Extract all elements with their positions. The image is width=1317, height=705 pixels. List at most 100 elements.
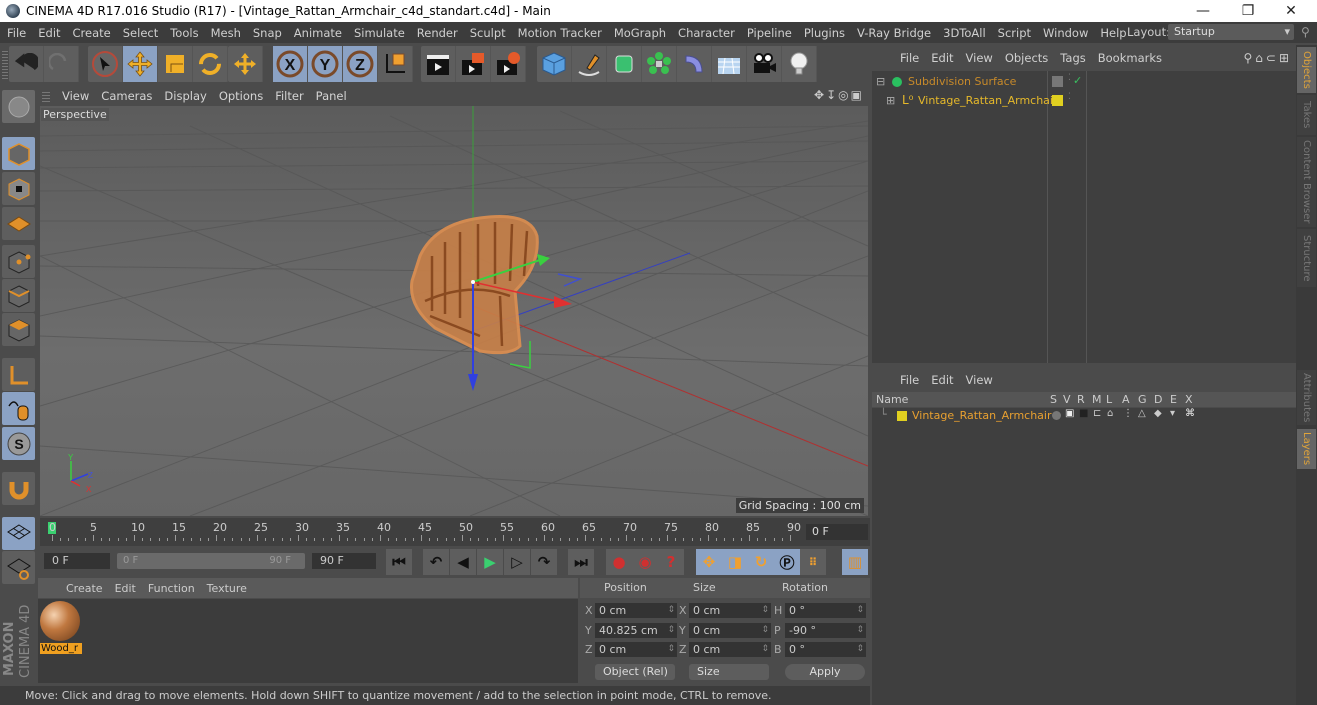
3d-viewport[interactable]: Y Z X Perspective Grid Spacing : 100 cm [40, 106, 868, 516]
viewport-menu-panel[interactable]: Panel [310, 89, 353, 103]
object-name[interactable]: Vintage_Rattan_Armchair [918, 94, 1058, 107]
locked-workplane-icon[interactable] [2, 517, 35, 550]
timeline-window-icon[interactable]: ▥ [842, 549, 868, 575]
object-menu-bookmarks[interactable]: Bookmarks [1092, 51, 1168, 65]
go-to-start-icon[interactable]: ⏮ [386, 549, 412, 575]
layer-deformers-icon[interactable]: ◆ [1154, 408, 1162, 419]
pos-y-field[interactable]: 40.825 cm [595, 623, 677, 638]
polygons-mode-icon[interactable] [2, 313, 35, 346]
deformer-icon[interactable] [677, 46, 712, 82]
viewport-rotate-icon[interactable]: ◎ [838, 88, 850, 102]
object-menu-edit[interactable]: Edit [925, 51, 959, 65]
points-mode-icon[interactable] [2, 245, 35, 278]
material-menu-texture[interactable]: Texture [201, 582, 253, 595]
layer-color-tag[interactable] [1052, 95, 1063, 106]
pos-x-field[interactable]: 0 cm [595, 603, 677, 618]
menu-script[interactable]: Script [991, 26, 1036, 40]
light-icon[interactable] [782, 46, 817, 82]
preview-range-slider[interactable]: 0 F 90 F [117, 553, 305, 569]
coordinate-mode-select[interactable]: Object (Rel) [595, 664, 675, 680]
layer-animation-icon[interactable]: ⋮ [1123, 408, 1133, 419]
minimize-button[interactable]: — [1180, 0, 1226, 22]
menu-sculpt[interactable]: Sculpt [463, 26, 511, 40]
layer-col-a[interactable]: A [1122, 393, 1130, 406]
rot-p-field[interactable]: -90 ° [785, 623, 866, 638]
autokey-icon[interactable]: ◉ [632, 549, 658, 575]
key-position-icon[interactable]: ✥ [696, 549, 722, 575]
key-parameter-icon[interactable]: Ⓟ [774, 549, 800, 575]
undo-icon[interactable] [9, 46, 44, 82]
layer-menu-view[interactable]: View [960, 373, 999, 387]
viewport-menu-display[interactable]: Display [158, 89, 212, 103]
layer-render-icon[interactable]: ■ [1079, 408, 1088, 419]
record-keys-icon[interactable]: ● [606, 549, 632, 575]
cloner-icon[interactable] [642, 46, 677, 82]
viewport-menu-cameras[interactable]: Cameras [95, 89, 158, 103]
go-to-end-icon[interactable]: ⏭ [568, 549, 594, 575]
edges-mode-icon[interactable] [2, 279, 35, 312]
menu-create[interactable]: Create [66, 26, 116, 40]
menu-render[interactable]: Render [410, 26, 463, 40]
start-frame-field[interactable]: 0 F [44, 553, 110, 569]
tweak-mode-icon[interactable] [2, 392, 35, 425]
size-z-field[interactable]: 0 cm [689, 642, 771, 657]
visibility-dots[interactable]: ⁚ [1068, 73, 1071, 83]
tab-content-browser[interactable]: Content Browser [1297, 137, 1316, 227]
layer-visible-icon[interactable]: ▣ [1065, 408, 1074, 419]
armchair-model[interactable] [409, 214, 539, 355]
timeline-ruler[interactable]: 0 5 10 15 20 25 30 35 40 45 50 55 60 65 70 75 80 85 90 0 F [40, 518, 870, 546]
menu-motion-tracker[interactable]: Motion Tracker [511, 26, 607, 40]
layer-col-e[interactable]: E [1170, 393, 1177, 406]
key-scale-icon[interactable]: ◨ [722, 549, 748, 575]
key-rotation-icon[interactable]: ↻ [748, 549, 774, 575]
model-mode-icon[interactable] [2, 137, 35, 170]
object-menu-file[interactable]: File [894, 51, 925, 65]
tab-attributes[interactable]: Attributes [1297, 370, 1316, 425]
previous-key-icon[interactable]: ↶ [423, 549, 449, 575]
menu-help[interactable]: Help [1093, 26, 1131, 40]
menu-select[interactable]: Select [116, 26, 163, 40]
tab-structure[interactable]: Structure [1297, 229, 1316, 287]
layer-col-m[interactable]: M [1092, 393, 1102, 406]
current-frame-field[interactable]: 0 F [806, 524, 868, 540]
material-item[interactable]: Wood_r [40, 601, 82, 657]
redo-icon[interactable] [44, 46, 79, 82]
magnet-icon[interactable] [2, 472, 35, 505]
editor-visibility-tag[interactable] [1052, 76, 1063, 87]
viewport-menu-filter[interactable]: Filter [269, 89, 309, 103]
viewport-menu-options[interactable]: Options [213, 89, 269, 103]
layer-color-swatch[interactable] [897, 411, 907, 421]
tab-takes[interactable]: Takes [1297, 95, 1316, 135]
pos-z-field[interactable]: 0 cm [595, 642, 677, 657]
menu-edit[interactable]: Edit [31, 26, 65, 40]
floor-icon[interactable] [712, 46, 747, 82]
pen-spline-icon[interactable] [572, 46, 607, 82]
layer-name[interactable]: Vintage_Rattan_Armchair [912, 409, 1052, 422]
layer-generators-icon[interactable]: △ [1138, 408, 1146, 419]
size-mode-select[interactable]: Size [689, 664, 769, 680]
layer-col-s[interactable]: S [1050, 393, 1057, 406]
viewport-grip[interactable] [42, 90, 50, 102]
live-selection-icon[interactable] [88, 46, 123, 82]
viewport-zoom-icon[interactable]: ↧ [826, 88, 838, 102]
scale-icon[interactable] [158, 46, 193, 82]
render-view-icon[interactable] [421, 46, 456, 82]
rot-b-field[interactable]: 0 ° [785, 642, 866, 657]
texture-mode-icon[interactable] [2, 172, 35, 205]
menu-animate[interactable]: Animate [287, 26, 347, 40]
keyframe-selection-icon[interactable]: ? [658, 549, 684, 575]
render-settings-icon[interactable] [491, 46, 526, 82]
workplane-mode-icon[interactable] [2, 207, 35, 240]
recent-tool-icon[interactable] [228, 46, 263, 82]
y-axis-lock-icon[interactable]: Y [308, 46, 343, 82]
object-menu-view[interactable]: View [960, 51, 999, 65]
menu-plugins[interactable]: Plugins [797, 26, 850, 40]
next-key-icon[interactable]: ↷ [531, 549, 557, 575]
object-link-icon[interactable]: ⊂ [1266, 51, 1279, 65]
material-menu-function[interactable]: Function [142, 582, 201, 595]
layer-col-v[interactable]: V [1063, 393, 1071, 406]
restore-button[interactable]: ❐ [1225, 0, 1271, 22]
menu-vray-bridge[interactable]: V-Ray Bridge [850, 26, 936, 40]
menu-tools[interactable]: Tools [163, 26, 203, 40]
size-x-field[interactable]: 0 cm [689, 603, 771, 618]
